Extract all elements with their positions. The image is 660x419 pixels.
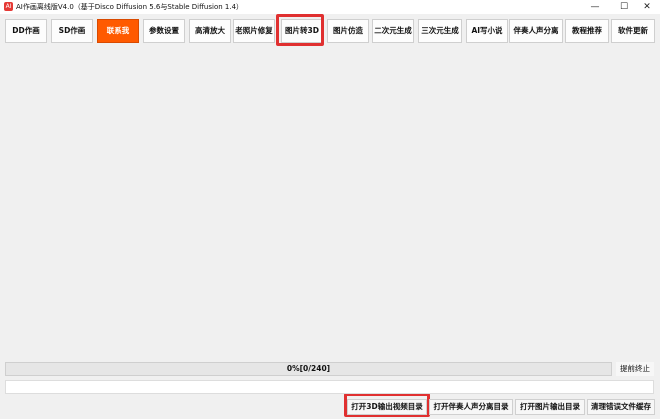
app-icon: AI (4, 2, 13, 11)
anime-2d-button[interactable]: 二次元生成 (372, 19, 414, 43)
tutorial-button[interactable]: 教程推荐 (565, 19, 609, 43)
main-content-area (5, 48, 655, 358)
open-3d-video-dir-button[interactable]: 打开3D输出视频目录 (347, 399, 427, 415)
open-separate-dir-button[interactable]: 打开伴奏人声分离目录 (429, 399, 513, 415)
log-output (5, 380, 654, 394)
update-button[interactable]: 软件更新 (611, 19, 655, 43)
open-image-dir-button[interactable]: 打开图片输出目录 (515, 399, 585, 415)
ai-novel-button[interactable]: AI写小说 (466, 19, 508, 43)
contact-button[interactable]: 联系我 (97, 19, 139, 43)
minimize-icon[interactable]: — (582, 0, 608, 14)
upscale-button[interactable]: 高清放大 (189, 19, 231, 43)
progress-text: 0%[0/240] (286, 364, 331, 373)
render-3d-button[interactable]: 三次元生成 (418, 19, 462, 43)
progress-bar: 0%[0/240] (5, 362, 612, 376)
window-title: AI作画离线版V4.0（基于Disco Diffusion 5.6与Stable… (16, 3, 244, 11)
stop-early-button[interactable]: 提前终止 (616, 362, 654, 376)
dd-paint-button[interactable]: DD作画 (5, 19, 47, 43)
clear-cache-button[interactable]: 清理错误文件缓存 (587, 399, 655, 415)
sd-paint-button[interactable]: SD作画 (51, 19, 93, 43)
image-to-3d-button[interactable]: 图片转3D (281, 19, 323, 43)
params-button[interactable]: 参数设置 (143, 19, 185, 43)
vocal-separate-button[interactable]: 伴奏人声分离 (509, 19, 563, 43)
image-imitate-button[interactable]: 图片仿造 (327, 19, 369, 43)
photo-restore-button[interactable]: 老照片修复 (233, 19, 275, 43)
title-bar: AI AI作画离线版V4.0（基于Disco Diffusion 5.6与Sta… (0, 0, 660, 14)
close-icon[interactable]: ✕ (634, 0, 660, 14)
